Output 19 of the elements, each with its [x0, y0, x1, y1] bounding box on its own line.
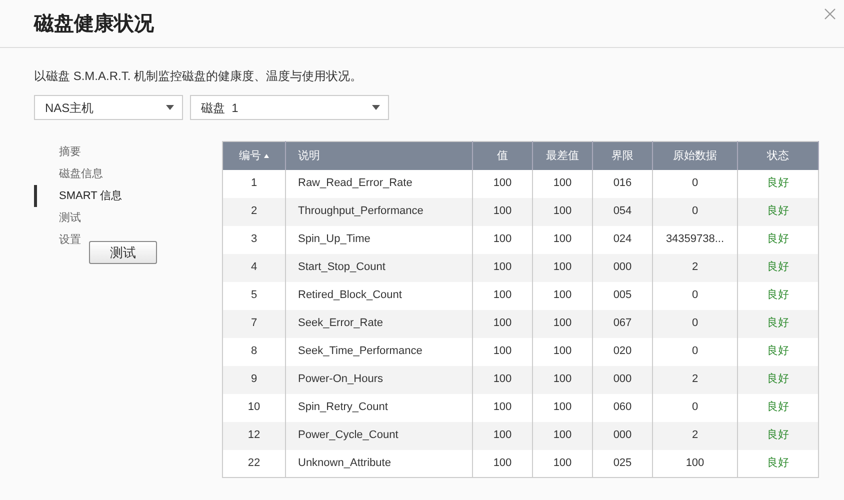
- table-cell: 100: [652, 450, 738, 478]
- description-text: 以磁盘 S.M.A.R.T. 机制监控磁盘的健康度、温度与使用状况。: [34, 68, 364, 84]
- test-button[interactable]: 测试: [89, 241, 157, 264]
- status-text: 良好: [738, 450, 818, 478]
- table-cell: Unknown_Attribute: [286, 450, 472, 478]
- sort-up-icon: [264, 154, 269, 158]
- table-cell: 100: [532, 450, 592, 478]
- table-cell: 22: [222, 450, 286, 478]
- caret-icon: [372, 105, 380, 110]
- sidebar-item[interactable]: 测试: [34, 207, 222, 229]
- sidebar-item[interactable]: 磁盘信息: [34, 163, 222, 185]
- table-cell: 100: [472, 450, 532, 478]
- sidebar-item[interactable]: 摘要: [34, 141, 222, 163]
- caret-icon: [166, 105, 174, 110]
- table-cell: 025: [592, 450, 652, 478]
- close-icon[interactable]: [824, 8, 836, 20]
- dropdown-select[interactable]: 磁盘 1: [190, 95, 389, 120]
- window-title: 磁盘健康状况: [34, 12, 154, 36]
- dropdown-select[interactable]: NAS主机: [34, 95, 183, 120]
